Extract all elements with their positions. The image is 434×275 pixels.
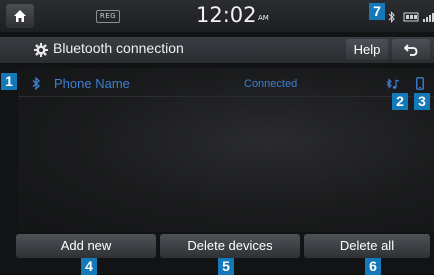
- callout-7: 7: [369, 3, 385, 20]
- list-item[interactable]: Phone Name Connected: [18, 72, 434, 97]
- signal-icon: [423, 13, 434, 22]
- status-icons: [388, 11, 434, 23]
- bluetooth-status-icon: [388, 11, 395, 23]
- help-button[interactable]: Help: [346, 39, 388, 60]
- title-bar: Bluetooth connection Help: [0, 37, 434, 63]
- callout-6: 6: [365, 258, 381, 275]
- connection-status: Connected: [244, 78, 298, 90]
- battery-icon: [403, 12, 419, 22]
- bluetooth-icon: [32, 77, 41, 90]
- phone-icon: [416, 77, 424, 90]
- add-new-button[interactable]: Add new: [16, 234, 156, 258]
- clock: 12:02: [196, 3, 257, 27]
- am-pm-indicator: AM: [258, 14, 269, 22]
- callout-5: 5: [218, 258, 234, 275]
- media-mode-icon: REG: [96, 10, 120, 23]
- home-button[interactable]: [6, 4, 34, 28]
- callout-1: 1: [1, 73, 17, 90]
- delete-all-button[interactable]: Delete all: [304, 234, 430, 258]
- device-name: Phone Name: [54, 76, 130, 91]
- bluetooth-connection-screen: REG 12:02 AM Bluetooth connection Help P…: [0, 0, 434, 275]
- home-icon: [14, 10, 26, 22]
- gear-icon: [34, 43, 48, 57]
- delete-devices-button[interactable]: Delete devices: [160, 234, 300, 258]
- callout-3: 3: [414, 93, 430, 110]
- paired-device-list: Phone Name Connected: [18, 68, 434, 232]
- back-button[interactable]: [392, 39, 430, 60]
- page-title: Bluetooth connection: [53, 40, 184, 56]
- callout-2: 2: [392, 93, 408, 110]
- bluetooth-audio-icon: [386, 78, 400, 89]
- callout-4: 4: [81, 258, 97, 275]
- back-arrow-icon: [404, 44, 418, 56]
- bottom-button-bar: Add new Delete devices Delete all: [0, 234, 434, 260]
